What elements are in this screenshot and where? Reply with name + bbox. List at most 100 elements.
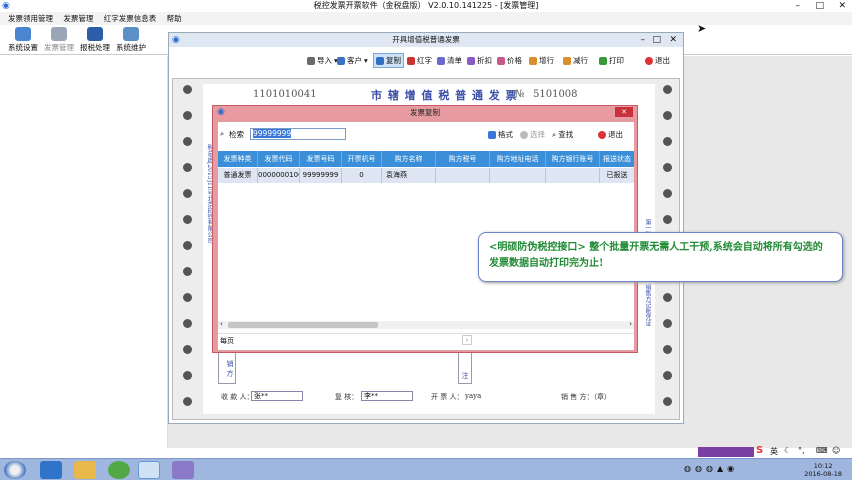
ie-icon[interactable] [40,461,62,479]
scroll-left-icon[interactable]: ‹ [220,320,223,328]
scrollbar-thumb[interactable] [228,322,378,328]
column-header[interactable]: 购方地址电话 [490,151,546,167]
invoice-no-label: № [515,89,525,100]
invoice-code: 1101010041 [253,89,317,100]
table-cell: 袁海燕 [382,168,436,183]
system-settings-button[interactable]: 系统设置 [4,27,42,53]
tractor-hole [183,241,192,250]
ime-mode[interactable]: 英 [770,446,778,457]
red-invoice-button[interactable]: 红字 [407,55,432,66]
search-input[interactable]: 99999999 [250,128,346,140]
tractor-hole [183,371,192,380]
search-icon: ⌕ [220,129,225,138]
column-header[interactable]: 购方税号 [436,151,490,167]
power-icon [645,56,653,65]
maximize-icon[interactable]: □ [652,33,661,47]
maximize-icon[interactable]: □ [815,0,824,12]
list-button[interactable]: 清单 [437,55,462,66]
tractor-hole [663,371,672,380]
ime-toolbar: S 英 ☾ °, ⌨ ☺ [698,445,852,458]
tractor-hole [663,215,672,224]
select-icon [520,130,528,139]
minimize-icon[interactable]: – [641,33,646,47]
table-cell: 0 [342,168,382,183]
column-header[interactable]: 发票代码 [258,151,300,167]
payee-field[interactable]: 张** [251,391,303,401]
minimize-icon[interactable]: – [796,0,801,12]
invoice-icon [51,27,67,41]
tractor-hole [183,215,192,224]
clock[interactable]: 10:12 2016-08-18 [804,462,842,478]
copy-button[interactable]: 复制 [373,53,404,68]
dialog-exit-button[interactable]: 退出 [598,129,623,140]
exit-button[interactable]: 退出 [645,55,670,66]
system-maintenance-button[interactable]: 系统维护 [112,27,150,53]
next-page-icon[interactable]: › [462,335,472,345]
close-icon[interactable]: ✕ [615,107,633,117]
close-icon[interactable]: ✕ [838,0,846,12]
table-header: 发票种类 发票代码 发票号码 开票机号 购方名称 购方税号 购方地址电话 购方银… [218,151,634,167]
select-button[interactable]: 选择 [520,129,545,140]
invoice-toolbar: 导入 ▾ 客户 ▾ 复制 红字 清单 折扣 价格 增行 减行 打印 退出 [169,52,683,72]
tractor-hole [663,163,672,172]
import-button[interactable]: 导入 ▾ [307,55,338,66]
dialog-icon: ◉ [217,107,225,117]
tractor-hole [183,163,192,172]
start-button[interactable] [4,461,26,479]
user-icon[interactable]: ☺ [832,446,840,455]
column-header[interactable]: 发票种类 [218,151,258,167]
import-icon [307,56,315,65]
media-bar [698,447,754,457]
sogou-icon[interactable]: S [756,445,763,456]
seller-stamp-label: 销 售 方：（章） [561,393,611,401]
search-label: 检索 [229,130,244,139]
search-row: ⌕ 检索 99999999 格式 选择 ⌕ 查找 退出 [218,126,634,142]
tractor-hole [663,137,672,146]
menu-item-invoice-manage[interactable]: 发票管理 [63,12,93,25]
table-row[interactable]: 普通发票 0000000100 99999999 0 袁海燕 已报送 [218,168,634,183]
find-button[interactable]: ⌕ 查找 [552,129,573,140]
price-button[interactable]: 价格 [497,55,522,66]
print-button[interactable]: 打印 [599,55,624,66]
media-player-icon[interactable] [108,461,130,479]
monitor-icon [87,27,103,41]
column-header[interactable]: 购方银行账号 [546,151,600,167]
column-header[interactable]: 报送状态 [600,151,634,167]
format-button[interactable]: 格式 [488,129,513,140]
column-header[interactable]: 开票机号 [342,151,382,167]
add-row-button[interactable]: 增行 [529,55,554,66]
tractor-hole [183,319,192,328]
tractor-hole [183,137,192,146]
invoice-manage-button[interactable]: 发票管理 [40,27,78,53]
tractor-hole [663,319,672,328]
moon-icon[interactable]: ☾ [784,446,791,455]
dialog-title: 发票复制 [410,108,440,117]
horizontal-scrollbar[interactable]: ‹ › [218,320,634,329]
pager-bar: 每页 › [218,333,634,347]
dialog-title-bar: ◉ 发票复制 ✕ [213,106,637,119]
punctuation-icon[interactable]: °, [798,446,805,455]
left-panel [0,56,168,448]
delete-row-icon [563,56,571,65]
scroll-right-icon[interactable]: › [629,320,632,328]
discount-icon [467,56,475,65]
menu-item-help[interactable]: 帮助 [167,12,182,25]
menu-item-red-invoice[interactable]: 红字发票信息表 [104,12,157,25]
tax-app-taskbar-icon[interactable] [138,461,160,479]
keyboard-icon[interactable]: ⌨ [816,446,828,455]
tractor-hole [663,293,672,302]
column-header[interactable]: 购方名称 [382,151,436,167]
tax-report-button[interactable]: 报税处理 [76,27,114,53]
column-header[interactable]: 发票号码 [300,151,342,167]
delete-row-button[interactable]: 减行 [563,55,588,66]
menu-item-invoice-purchase[interactable]: 发票领用管理 [8,12,53,25]
customer-button[interactable]: 客户 ▾ [337,55,368,66]
close-icon[interactable]: ✕ [669,33,677,47]
other-app-icon[interactable] [172,461,194,479]
discount-button[interactable]: 折扣 [467,55,492,66]
tray-icons[interactable]: ◍◍◍▲◉ [684,464,754,476]
explorer-icon[interactable] [74,461,96,479]
watermark-logo [694,12,848,46]
reviewer-field[interactable]: 李** [361,391,413,401]
app-icon: ◉ [2,1,10,11]
